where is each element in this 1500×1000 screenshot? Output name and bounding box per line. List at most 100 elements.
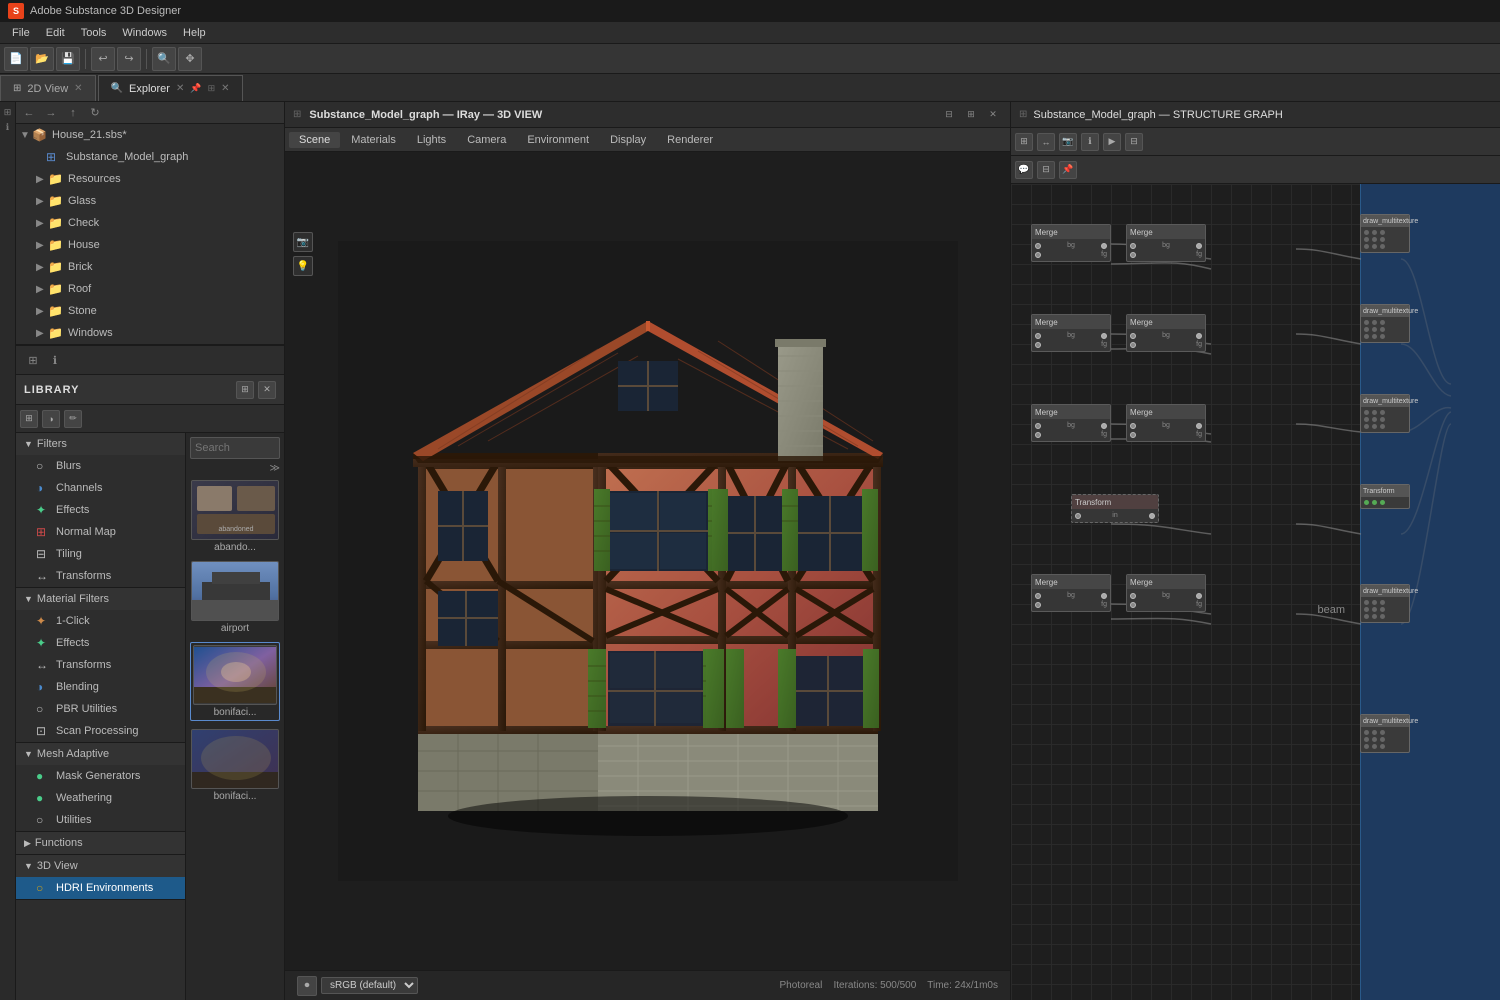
graph-node-merge5[interactable]: Merge bg fg xyxy=(1031,404,1111,442)
tree-item-windows[interactable]: ▶ 📁 Windows xyxy=(16,322,284,344)
lib-section-functions-header[interactable]: ▶ Functions xyxy=(16,832,185,854)
view-canvas[interactable]: 📷 💡 xyxy=(285,152,1010,970)
asset-item-bonifaci-1[interactable]: bonifaci... xyxy=(190,642,280,721)
tab-2d-close[interactable]: ✕ xyxy=(74,83,82,94)
graph-node-merge7[interactable]: Merge bg fg xyxy=(1031,574,1111,612)
lib-item-effects[interactable]: ✦ Effects xyxy=(16,499,185,521)
graph-dots-node-6[interactable]: draw_multitexture xyxy=(1360,714,1410,753)
graph-tool-pin[interactable]: 📌 xyxy=(1059,161,1077,179)
graph-tool-5[interactable]: ▶ xyxy=(1103,133,1121,151)
tab-2d-view[interactable]: ⊞ 2D View ✕ xyxy=(0,75,96,101)
view-light-icon[interactable]: 💡 xyxy=(293,256,313,276)
lib-item-scan[interactable]: ⊡ Scan Processing xyxy=(16,720,185,742)
menu-windows[interactable]: Windows xyxy=(114,25,175,41)
menu-edit[interactable]: Edit xyxy=(38,25,73,41)
graph-tool-2[interactable]: ↔ xyxy=(1037,133,1055,151)
graph-tool-1[interactable]: ⊞ xyxy=(1015,133,1033,151)
graph-node-merge2[interactable]: Merge bg fg xyxy=(1126,224,1206,262)
lib-section-material-header[interactable]: ▼ Material Filters xyxy=(16,588,185,610)
lib-item-transforms2[interactable]: ↔ Transforms xyxy=(16,654,185,676)
tree-item-check[interactable]: ▶ 📁 Check xyxy=(16,212,284,234)
new-btn[interactable]: 📄 xyxy=(4,47,28,71)
graph-dots-node-1[interactable]: draw_multitexture xyxy=(1360,214,1410,253)
lib-item-pbr[interactable]: ○ PBR Utilities xyxy=(16,698,185,720)
lib-item-blending[interactable]: ◑ Blending xyxy=(16,676,185,698)
graph-dots-node-4[interactable]: Transform xyxy=(1360,484,1410,509)
nav-display[interactable]: Display xyxy=(600,132,656,148)
lib-item-1click[interactable]: ✦ 1-Click xyxy=(16,610,185,632)
undo-btn[interactable]: ↩ xyxy=(91,47,115,71)
graph-node-merge1[interactable]: Merge bg fg xyxy=(1031,224,1111,262)
tree-item-house[interactable]: ▶ 📁 House xyxy=(16,234,284,256)
lib-item-normalmap[interactable]: ⊞ Normal Map xyxy=(16,521,185,543)
tab-pin-icon[interactable]: 📌 xyxy=(190,83,201,94)
lib-item-tiling[interactable]: ⊟ Tiling xyxy=(16,543,185,565)
explorer-up[interactable]: ↑ xyxy=(64,104,82,122)
asset-search-input[interactable] xyxy=(190,437,280,459)
explorer-refresh[interactable]: ↻ xyxy=(86,104,104,122)
nav-scene[interactable]: Scene xyxy=(289,132,340,148)
graph-node-merge8[interactable]: Merge bg fg xyxy=(1126,574,1206,612)
colorspace-select[interactable]: sRGB (default) Linear Raw xyxy=(321,977,418,994)
explorer-back[interactable]: ← xyxy=(20,104,38,122)
tree-item-glass[interactable]: ▶ 📁 Glass xyxy=(16,190,284,212)
zoom-btn[interactable]: 🔍 xyxy=(152,47,176,71)
nav-lights[interactable]: Lights xyxy=(407,132,456,148)
graph-tool-6[interactable]: ⊟ xyxy=(1125,133,1143,151)
nav-camera[interactable]: Camera xyxy=(457,132,516,148)
nav-materials[interactable]: Materials xyxy=(341,132,406,148)
graph-dots-node-2[interactable]: draw_multitexture xyxy=(1360,304,1410,343)
graph-tool-3[interactable]: 📷 xyxy=(1059,133,1077,151)
panel-icon-1[interactable]: ⊞ xyxy=(24,351,42,369)
lib-item-utilities[interactable]: ○ Utilities xyxy=(16,809,185,831)
graph-node-merge4[interactable]: Merge bg fg xyxy=(1126,314,1206,352)
asset-item-bonifaci-2[interactable]: bonifaci... xyxy=(190,729,280,802)
graph-tool-zoom[interactable]: ⊟ xyxy=(1037,161,1055,179)
tree-item-brick[interactable]: ▶ 📁 Brick xyxy=(16,256,284,278)
lib-tool-2[interactable]: ◑ xyxy=(42,410,60,428)
view-float-btn[interactable]: ⊟ xyxy=(940,106,958,124)
redo-btn[interactable]: ↪ xyxy=(117,47,141,71)
tree-item-roof[interactable]: ▶ 📁 Roof xyxy=(16,278,284,300)
tree-substance-graph[interactable]: ⊞ Substance_Model_graph xyxy=(16,146,284,168)
view-close-btn[interactable]: ✕ xyxy=(984,106,1002,124)
tree-item-stone[interactable]: ▶ 📁 Stone xyxy=(16,300,284,322)
graph-dots-node-3[interactable]: draw_multitexture xyxy=(1360,394,1410,433)
view-record-btn[interactable]: ⏺ xyxy=(297,976,317,996)
graph-node-merge6[interactable]: Merge bg fg xyxy=(1126,404,1206,442)
graph-node-transform1[interactable]: Transform in xyxy=(1071,494,1159,523)
panel-icon-2[interactable]: ℹ xyxy=(46,351,64,369)
asset-item-abandoned[interactable]: abandoned abando... xyxy=(190,480,280,553)
lib-tool-3[interactable]: ✏ xyxy=(64,410,82,428)
open-btn[interactable]: 📂 xyxy=(30,47,54,71)
pan-btn[interactable]: ✥ xyxy=(178,47,202,71)
lib-item-transforms[interactable]: ↔ Transforms xyxy=(16,565,185,587)
lib-section-3dview-header[interactable]: ▼ 3D View xyxy=(16,855,185,877)
graph-canvas[interactable]: Merge bg fg Merge xyxy=(1011,184,1500,1000)
asset-item-airport[interactable]: airport xyxy=(190,561,280,634)
lib-item-blurs[interactable]: ○ Blurs xyxy=(16,455,185,477)
tab-explorer-close2[interactable]: ✕ xyxy=(221,83,229,94)
lib-section-filters-header[interactable]: ▼ Filters xyxy=(16,433,185,455)
lib-item-effects2[interactable]: ✦ Effects xyxy=(16,632,185,654)
asset-expand-btn[interactable]: ≫ xyxy=(270,463,280,474)
menu-help[interactable]: Help xyxy=(175,25,214,41)
lib-item-channels[interactable]: ◑ Channels xyxy=(16,477,185,499)
save-btn[interactable]: 💾 xyxy=(56,47,80,71)
lib-tool-1[interactable]: ⊞ xyxy=(20,410,38,428)
graph-tool-4[interactable]: ℹ xyxy=(1081,133,1099,151)
tab-explorer-close[interactable]: ✕ xyxy=(176,83,184,94)
lib-close-btn[interactable]: ✕ xyxy=(258,381,276,399)
tree-item-resources[interactable]: ▶ 📁 Resources xyxy=(16,168,284,190)
tool-icon-2[interactable]: ℹ xyxy=(2,121,14,133)
graph-tool-comment[interactable]: 💬 xyxy=(1015,161,1033,179)
explorer-forward[interactable]: → xyxy=(42,104,60,122)
lib-item-mask-gen[interactable]: ● Mask Generators xyxy=(16,765,185,787)
tool-icon-1[interactable]: ⊞ xyxy=(2,106,14,118)
view-camera-icon[interactable]: 📷 xyxy=(293,232,313,252)
graph-node-merge3[interactable]: Merge bg fg xyxy=(1031,314,1111,352)
nav-environment[interactable]: Environment xyxy=(517,132,599,148)
view-maximize-btn[interactable]: ⊞ xyxy=(962,106,980,124)
tree-root-file[interactable]: ▼ 📦 House_21.sbs* xyxy=(16,124,284,146)
lib-section-mesh-header[interactable]: ▼ Mesh Adaptive xyxy=(16,743,185,765)
